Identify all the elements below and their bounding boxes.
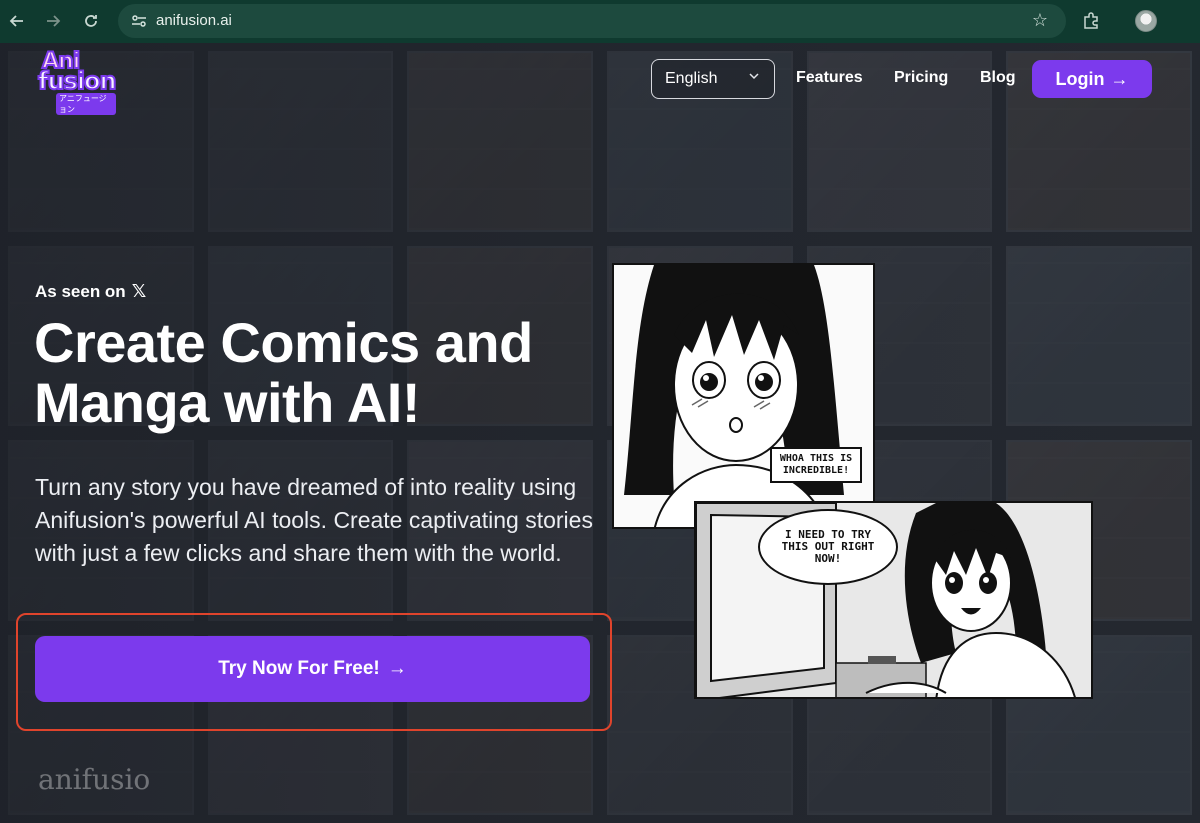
login-button-label: Login: [1055, 68, 1105, 89]
try-now-button[interactable]: Try Now For Free! →: [35, 636, 590, 702]
login-button[interactable]: Login →: [1032, 60, 1152, 98]
speech-bubble-1: WHOA THIS IS INCREDIBLE!: [770, 447, 862, 483]
x-logo-icon[interactable]: 𝕏: [132, 281, 147, 302]
language-select[interactable]: English: [651, 59, 775, 99]
speech-bubble-2: I NEED TO TRY THIS OUT RIGHT NOW!: [758, 509, 898, 585]
as-seen-on-label: As seen on: [35, 281, 126, 301]
browser-toolbar: anifusion.ai ☆: [0, 0, 1200, 43]
comic-panel-girl-at-computer: I NEED TO TRY THIS OUT RIGHT NOW!: [694, 501, 1093, 699]
manga-computer-illustration: [696, 503, 1091, 697]
watermark: anifusio: [38, 763, 151, 796]
reload-icon[interactable]: [80, 10, 102, 32]
language-select-value: English: [665, 70, 718, 87]
page: anifusio Ani fusion アニフュージョン English Fea…: [0, 43, 1200, 823]
profile-avatar[interactable]: [1135, 10, 1157, 32]
anifusion-logo[interactable]: Ani fusion アニフュージョン: [36, 48, 118, 115]
back-arrow-icon[interactable]: [6, 10, 28, 32]
extensions-icon[interactable]: [1080, 10, 1102, 32]
comic-panel-girl-surprised: WHOA THIS IS INCREDIBLE!: [612, 263, 875, 529]
manga-girl-illustration: [614, 265, 873, 527]
hero-headline: Create Comics and Manga with AI!: [34, 311, 533, 434]
nav-features-link[interactable]: Features: [796, 69, 863, 87]
bookmark-star-icon[interactable]: ☆: [1032, 10, 1048, 31]
hero-subtitle: Turn any story you have dreamed of into …: [35, 474, 593, 566]
address-bar[interactable]: anifusion.ai ☆: [118, 4, 1066, 38]
as-seen-on: As seen on 𝕏: [35, 281, 146, 302]
url-text[interactable]: anifusion.ai: [156, 12, 232, 29]
forward-arrow-icon[interactable]: [42, 10, 64, 32]
nav-blog-link[interactable]: Blog: [980, 69, 1016, 87]
arrow-right-icon: →: [387, 658, 407, 679]
site-settings-icon[interactable]: [130, 12, 148, 30]
nav-pricing-link[interactable]: Pricing: [894, 69, 948, 87]
arrow-right-icon: →: [1110, 68, 1129, 89]
try-now-button-label: Try Now For Free!: [218, 658, 380, 679]
chevron-down-icon: [748, 70, 760, 85]
